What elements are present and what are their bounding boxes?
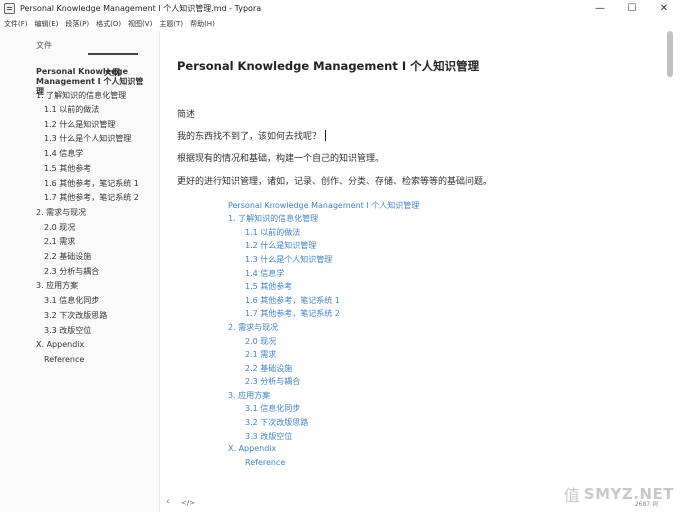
outline-item[interactable]: 1.5 其他参考 <box>44 164 91 174</box>
window-title: Personal Knowledge Management I 个人知识管理.m… <box>20 4 262 13</box>
toc-link[interactable]: 1.6 其他参考，笔记系统 1 <box>245 295 340 306</box>
toc-link[interactable]: 2.1 需求 <box>245 349 276 360</box>
maximize-button[interactable]: ☐ <box>616 0 648 17</box>
toc-link[interactable]: 1.5 其他参考 <box>245 281 292 292</box>
toc-link[interactable]: 3.2 下次改版思路 <box>245 417 308 428</box>
scrollbar-thumb[interactable] <box>667 31 673 77</box>
menu-edit[interactable]: 编辑(E) <box>35 19 59 29</box>
outline-item[interactable]: 3.2 下次改版思路 <box>44 311 107 321</box>
menu-theme[interactable]: 主题(T) <box>159 19 183 29</box>
outline-item[interactable]: 2.2 基础设施 <box>44 252 91 262</box>
outline-item[interactable]: 3. 应用方案 <box>36 281 78 291</box>
outline-item[interactable]: 1.7 其他参考，笔记系统 2 <box>44 193 139 203</box>
paragraph-text: 我的东西找不到了，该如何去找呢？ <box>177 132 322 142</box>
outline-item[interactable]: 1.2 什么是知识管理 <box>44 120 115 130</box>
menu-help[interactable]: 帮助(H) <box>190 19 215 29</box>
sidebar: 文件 大纲 Personal Knowledge Management I 个人… <box>0 31 160 512</box>
toc-link[interactable]: 1. 了解知识的信息化管理 <box>228 213 318 224</box>
menu-bar: 文件(F) 编辑(E) 段落(P) 格式(O) 视图(V) 主题(T) 帮助(H… <box>0 17 680 31</box>
sidebar-footer <box>0 494 160 512</box>
outline-item[interactable]: Reference <box>44 355 84 365</box>
menu-view[interactable]: 视图(V) <box>128 19 152 29</box>
outline-item[interactable]: 1.6 其他参考，笔记系统 1 <box>44 179 139 189</box>
minimize-button[interactable]: — <box>584 0 616 17</box>
toc-link[interactable]: 1.1 以前的做法 <box>245 227 300 238</box>
toc-link[interactable]: Personal Knowledge Management I 个人知识管理 <box>228 200 419 211</box>
outline-item[interactable]: 3.1 信息化同步 <box>44 296 99 306</box>
paragraph[interactable]: 简述 <box>177 107 195 120</box>
editor-scrollbar[interactable] <box>666 31 674 512</box>
editor-pane[interactable]: Personal Knowledge Management I 个人知识管理 简… <box>161 31 666 512</box>
toc-link[interactable]: Reference <box>245 458 285 467</box>
tab-files[interactable]: 文件 <box>36 40 52 51</box>
outline-item[interactable]: 2.0 现况 <box>44 223 75 233</box>
toc-link[interactable]: 2.0 现况 <box>245 336 276 347</box>
toc-link[interactable]: 3. 应用方案 <box>228 390 270 401</box>
watermark-logo-icon: 值 <box>563 486 580 505</box>
watermark: 值 SMYZ.NET <box>564 482 674 506</box>
window-controls: — ☐ ✕ <box>584 0 680 17</box>
toc-link[interactable]: 3.3 改版空位 <box>245 431 292 442</box>
active-tab-indicator <box>88 53 138 55</box>
paragraph[interactable]: 更好的进行知识管理，诸如，记录、创作、分类、存储、检索等等的基础问题。 <box>177 174 492 187</box>
toc-link[interactable]: X. Appendix <box>228 444 276 453</box>
chevron-left-icon[interactable]: ‹ <box>166 497 170 507</box>
source-code-mode-button[interactable]: </> <box>181 499 195 507</box>
outline-item[interactable]: 2.1 需求 <box>44 237 75 247</box>
toc-link[interactable]: 2. 需求与现况 <box>228 322 278 333</box>
close-button[interactable]: ✕ <box>648 0 680 17</box>
outline-item[interactable]: 1.1 以前的做法 <box>44 105 99 115</box>
paragraph[interactable]: 我的东西找不到了，该如何去找呢？ <box>177 129 327 142</box>
outline-item[interactable]: 2.3 分析与耦合 <box>44 267 99 277</box>
menu-file[interactable]: 文件(F) <box>4 19 28 29</box>
toc-link[interactable]: 1.4 信息学 <box>245 268 284 279</box>
text-cursor <box>325 130 327 141</box>
toc-link[interactable]: 1.2 什么是知识管理 <box>245 240 316 251</box>
outline-item[interactable]: 1. 了解知识的信息化管理 <box>36 91 126 101</box>
sidebar-tabs: 文件 大纲 <box>0 31 159 77</box>
toc-link[interactable]: 2.2 基础设施 <box>245 363 292 374</box>
menu-paragraph[interactable]: 段落(P) <box>65 19 89 29</box>
typora-app-icon <box>4 3 15 14</box>
document-title[interactable]: Personal Knowledge Management I 个人知识管理 <box>177 58 479 74</box>
toc-link[interactable]: 1.7 其他参考，笔记系统 2 <box>245 308 340 319</box>
menu-format[interactable]: 格式(O) <box>96 19 121 29</box>
outline-item[interactable]: X. Appendix <box>36 340 84 350</box>
outline-item[interactable]: 3.3 改版空位 <box>44 326 91 336</box>
toc-link[interactable]: 3.1 信息化同步 <box>245 403 300 414</box>
paragraph[interactable]: 根据现有的情况和基础，构建一个自己的知识管理。 <box>177 151 384 164</box>
outline-item[interactable]: 2. 需求与现况 <box>36 208 86 218</box>
outline-item[interactable]: 1.3 什么是个人知识管理 <box>44 134 131 144</box>
toc-link[interactable]: 2.3 分析与耦合 <box>245 376 300 387</box>
watermark-text: SMYZ.NET <box>583 485 674 503</box>
title-bar: Personal Knowledge Management I 个人知识管理.m… <box>0 0 680 17</box>
outline-item[interactable]: 1.4 信息学 <box>44 149 83 159</box>
toc-link[interactable]: 1.3 什么是个人知识管理 <box>245 254 332 265</box>
